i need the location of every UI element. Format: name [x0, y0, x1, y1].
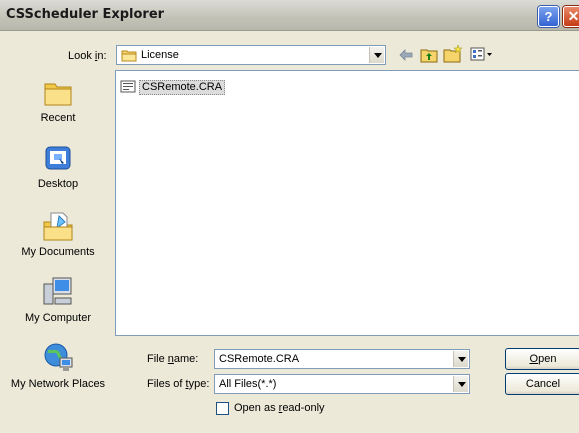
open-button[interactable]: Open: [505, 348, 579, 370]
my-computer-icon: [10, 276, 106, 308]
place-recent[interactable]: Recent: [10, 78, 106, 124]
help-button[interactable]: ?: [538, 6, 559, 27]
place-network[interactable]: My Network Places: [10, 342, 106, 390]
title-bar[interactable]: CSScheduler Explorer ? ✕: [0, 0, 579, 31]
look-in-label: Look in:: [68, 50, 107, 62]
place-my-documents[interactable]: My Documents: [10, 210, 106, 258]
close-button[interactable]: ✕: [563, 6, 579, 27]
file-list[interactable]: CSRemote.CRA: [115, 70, 579, 336]
window-title: CSScheduler Explorer: [6, 7, 165, 22]
desktop-icon: [10, 144, 106, 174]
look-in-combo[interactable]: License: [116, 45, 386, 65]
file-name-dropdown-arrow[interactable]: [453, 351, 468, 367]
place-label: Recent: [40, 112, 76, 124]
file-name-input[interactable]: CSRemote.CRA: [219, 353, 299, 365]
look-in-value: License: [141, 49, 179, 61]
my-documents-icon: [10, 210, 106, 242]
network-places-icon: [10, 342, 106, 374]
folder-icon: [121, 49, 137, 65]
file-name-combo[interactable]: CSRemote.CRA: [214, 349, 470, 369]
places-bar: Recent Desktop My Documents My Computer …: [10, 70, 106, 424]
files-of-type-label: Files of type:: [147, 378, 210, 390]
place-desktop[interactable]: Desktop: [10, 144, 106, 190]
place-label: Desktop: [37, 178, 79, 190]
place-label: My Network Places: [10, 378, 106, 390]
read-only-label[interactable]: Open as read-only: [234, 402, 325, 414]
recent-folder-icon: [10, 78, 106, 108]
file-type-combo[interactable]: All Files(*.*): [214, 374, 470, 394]
place-my-computer[interactable]: My Computer: [10, 276, 106, 324]
up-folder-icon[interactable]: [420, 47, 438, 66]
look-in-dropdown-arrow[interactable]: [369, 47, 384, 63]
read-only-checkbox[interactable]: [216, 402, 229, 415]
place-label: My Computer: [24, 312, 92, 324]
place-label: My Documents: [21, 246, 95, 258]
views-menu-icon[interactable]: [470, 47, 494, 64]
file-name-label: File name:: [147, 353, 199, 365]
file-type-dropdown-arrow[interactable]: [453, 376, 468, 392]
cancel-button[interactable]: Cancel: [505, 373, 579, 395]
file-type-value: All Files(*.*): [219, 378, 277, 390]
file-icon: [120, 79, 136, 98]
back-icon[interactable]: [398, 48, 414, 65]
file-name: CSRemote.CRA: [139, 80, 226, 95]
new-folder-icon[interactable]: [443, 44, 463, 66]
